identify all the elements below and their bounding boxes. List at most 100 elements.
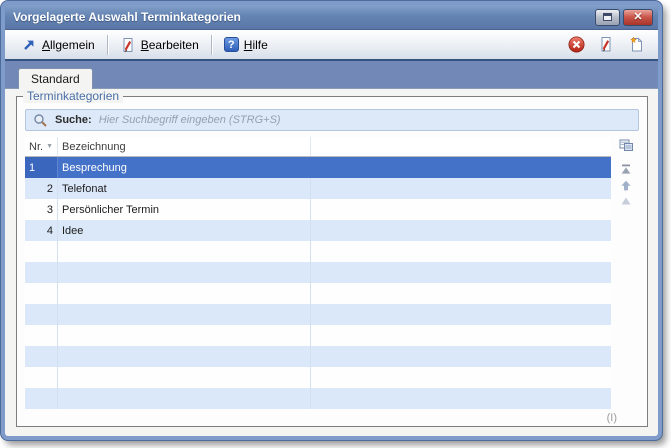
cell-empty	[311, 367, 611, 388]
screen: Vorgelagerte Auswahl Terminkategorien ✕ …	[0, 0, 671, 448]
cell-empty	[311, 178, 611, 199]
cell-bezeichnung	[58, 346, 311, 367]
cell-nr	[25, 241, 58, 262]
tab-strip: Standard	[5, 61, 658, 88]
document-star-icon	[628, 36, 645, 53]
cell-empty	[311, 283, 611, 304]
bearbeiten-label: Bearbeiten	[141, 38, 199, 52]
cell-bezeichnung	[58, 283, 311, 304]
close-button[interactable]: ✕	[623, 9, 653, 26]
table-body: 1 Besprechung 2 Telefonat 3 Persönlicher…	[25, 157, 611, 409]
restore-button[interactable]	[595, 9, 620, 26]
cell-empty	[311, 304, 611, 325]
cell-nr	[25, 283, 58, 304]
groupbox-label: Terminkategorien	[23, 89, 123, 103]
new-record-button[interactable]	[624, 33, 648, 57]
cell-bezeichnung: Telefonat	[58, 178, 311, 199]
search-placeholder: Hier Suchbegriff eingeben (STRG+S)	[99, 114, 281, 126]
cell-nr	[25, 325, 58, 346]
column-chooser-icon	[619, 139, 634, 152]
column-chooser-button[interactable]	[617, 137, 635, 153]
table-row[interactable]: 1 Besprechung	[25, 157, 611, 178]
cell-nr: 4	[25, 220, 58, 241]
hilfe-menu-button[interactable]: ? Hilfe	[216, 34, 276, 55]
delete-button[interactable]	[564, 33, 588, 57]
move-up-button[interactable]	[617, 177, 635, 193]
cell-nr	[25, 346, 58, 367]
arrow-up-icon	[620, 180, 632, 191]
cell-empty	[311, 262, 611, 283]
toolbar: Allgemein Bearbeiten ? Hilfe	[5, 30, 658, 61]
hilfe-label: Hilfe	[244, 38, 268, 52]
bearbeiten-menu-button[interactable]: Bearbeiten	[112, 34, 207, 56]
cell-empty	[311, 346, 611, 367]
scroll-to-top-button[interactable]	[617, 161, 635, 177]
table-row[interactable]	[25, 304, 611, 325]
cell-nr: 3	[25, 199, 58, 220]
search-icon	[33, 113, 48, 128]
cell-bezeichnung: Besprechung	[58, 157, 311, 178]
sort-desc-icon: ▼	[46, 143, 53, 150]
cell-empty	[311, 325, 611, 346]
question-mark-icon: ?	[224, 37, 239, 52]
restore-icon	[603, 13, 612, 21]
arrow-up-right-icon	[21, 37, 37, 53]
cell-empty	[311, 157, 611, 178]
toolbar-separator	[107, 35, 108, 55]
search-field[interactable]: Suche: Hier Suchbegriff eingeben (STRG+S…	[25, 109, 639, 131]
table-row[interactable]	[25, 262, 611, 283]
record-indicator: (I)	[607, 412, 617, 424]
dialog-window: Vorgelagerte Auswahl Terminkategorien ✕ …	[1, 1, 662, 440]
table-row[interactable]	[25, 325, 611, 346]
cell-bezeichnung	[58, 367, 311, 388]
titlebar[interactable]: Vorgelagerte Auswahl Terminkategorien ✕	[5, 5, 658, 30]
table-row[interactable]: 3 Persönlicher Termin	[25, 199, 611, 220]
allgemein-menu-button[interactable]: Allgemein	[13, 34, 103, 56]
tab-panel: Terminkategorien Suche: Hier Suchbegriff…	[5, 88, 658, 436]
cell-empty	[311, 220, 611, 241]
terminkategorien-groupbox: Terminkategorien Suche: Hier Suchbegriff…	[16, 96, 648, 427]
table-row[interactable]	[25, 367, 611, 388]
document-red-pen-icon	[598, 36, 614, 53]
table-row[interactable]	[25, 388, 611, 409]
cell-bezeichnung	[58, 325, 311, 346]
table-row[interactable]	[25, 346, 611, 367]
table-row[interactable]: 4 Idee	[25, 220, 611, 241]
cell-bezeichnung: Idee	[58, 220, 311, 241]
cell-bezeichnung	[58, 388, 311, 409]
window-title: Vorgelagerte Auswahl Terminkategorien	[13, 10, 592, 24]
table-row[interactable]	[25, 241, 611, 262]
triangle-up-icon	[620, 196, 632, 206]
table-row[interactable]: 2 Telefonat	[25, 178, 611, 199]
grid-gutter	[613, 137, 639, 209]
cell-nr: 2	[25, 178, 58, 199]
cell-bezeichnung	[58, 241, 311, 262]
cell-bezeichnung: Persönlicher Termin	[58, 199, 311, 220]
cell-bezeichnung	[58, 262, 311, 283]
allgemein-label: Allgemein	[42, 38, 95, 52]
column-header-nr[interactable]: Nr. ▼	[25, 137, 58, 156]
column-header-bezeichnung[interactable]: Bezeichnung	[58, 137, 311, 156]
cell-nr: 1	[25, 157, 58, 178]
search-label: Suche:	[55, 114, 92, 126]
cell-empty	[311, 241, 611, 262]
edit-record-button[interactable]	[594, 33, 618, 57]
tab-standard[interactable]: Standard	[18, 68, 93, 89]
red-circle-x-icon	[568, 36, 585, 53]
move-up-secondary-button[interactable]	[617, 193, 635, 209]
close-icon: ✕	[633, 12, 642, 23]
toolbar-separator	[211, 35, 212, 55]
document-red-pen-icon	[120, 37, 136, 53]
grid-area: Nr. ▼ Bezeichnung 1 Besprechung	[25, 137, 639, 408]
table-row[interactable]	[25, 283, 611, 304]
cell-nr	[25, 367, 58, 388]
cell-empty	[311, 199, 611, 220]
table-header: Nr. ▼ Bezeichnung	[25, 137, 611, 157]
scroll-to-top-icon	[620, 164, 632, 175]
column-header-empty[interactable]	[311, 137, 611, 156]
categories-table: Nr. ▼ Bezeichnung 1 Besprechung	[25, 137, 611, 409]
cell-nr	[25, 304, 58, 325]
cell-nr	[25, 388, 58, 409]
cell-empty	[311, 388, 611, 409]
cell-bezeichnung	[58, 304, 311, 325]
